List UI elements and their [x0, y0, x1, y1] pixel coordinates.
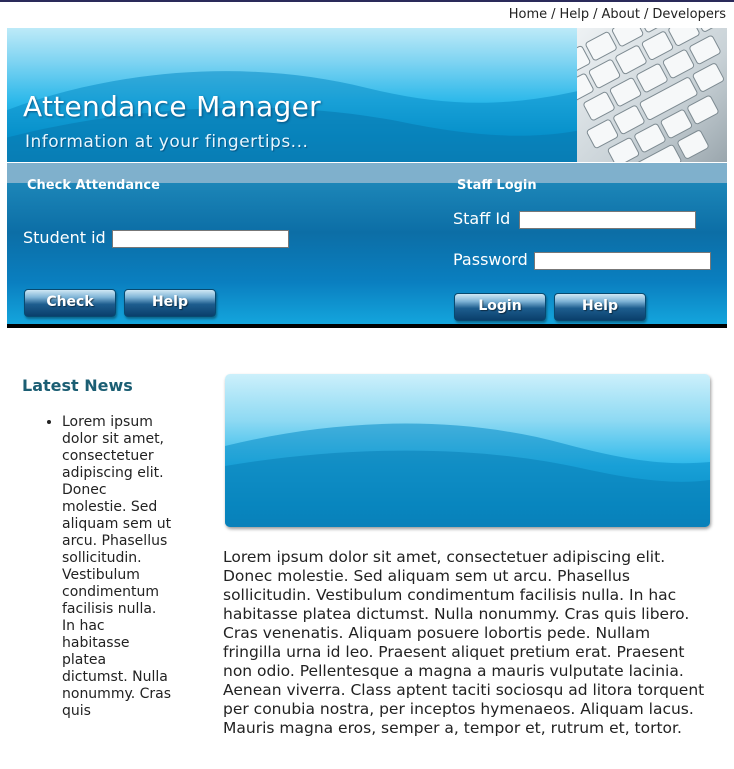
feature-wave-graphic — [225, 423, 710, 527]
nav-home-link[interactable]: Home — [509, 7, 547, 22]
feature-banner — [225, 374, 710, 527]
login-panel: Check Attendance Student id Check Help S… — [7, 163, 727, 325]
student-id-label: Student id — [23, 228, 106, 247]
password-label: Password — [453, 250, 528, 269]
password-input[interactable] — [534, 252, 711, 270]
staff-login-heading: Staff Login — [457, 178, 537, 193]
nav-separator: / — [593, 7, 598, 22]
main-paragraph: Lorem ipsum dolor sit amet, consectetuer… — [223, 548, 705, 737]
app-title: Attendance Manager — [23, 90, 321, 123]
top-nav: Home / Help / About / Developers — [509, 7, 726, 22]
nav-separator: / — [643, 7, 649, 22]
nav-separator: / — [551, 7, 556, 22]
staff-id-input[interactable] — [519, 211, 696, 229]
nav-developers-link[interactable]: Developers — [652, 7, 726, 22]
keyboard-graphic — [577, 28, 727, 162]
student-id-input[interactable] — [112, 230, 289, 248]
keyboard-image — [577, 28, 727, 162]
news-list: Lorem ipsum dolor sit amet, consectetuer… — [22, 414, 172, 720]
header-banner: Attendance Manager Information at your f… — [7, 28, 727, 162]
news-item: Lorem ipsum dolor sit amet, consectetuer… — [62, 414, 172, 720]
staff-id-label: Staff Id — [453, 209, 511, 228]
nav-help-link[interactable]: Help — [560, 7, 590, 22]
check-button[interactable]: Check — [24, 289, 116, 317]
panel-divider — [7, 324, 727, 328]
login-button[interactable]: Login — [454, 293, 546, 321]
app-tagline: Information at your fingertips... — [25, 132, 309, 152]
check-attendance-heading: Check Attendance — [27, 178, 160, 193]
nav-about-link[interactable]: About — [602, 7, 640, 22]
latest-news-heading: Latest News — [22, 376, 133, 395]
staff-help-button[interactable]: Help — [554, 293, 646, 321]
attendance-help-button[interactable]: Help — [124, 289, 216, 317]
